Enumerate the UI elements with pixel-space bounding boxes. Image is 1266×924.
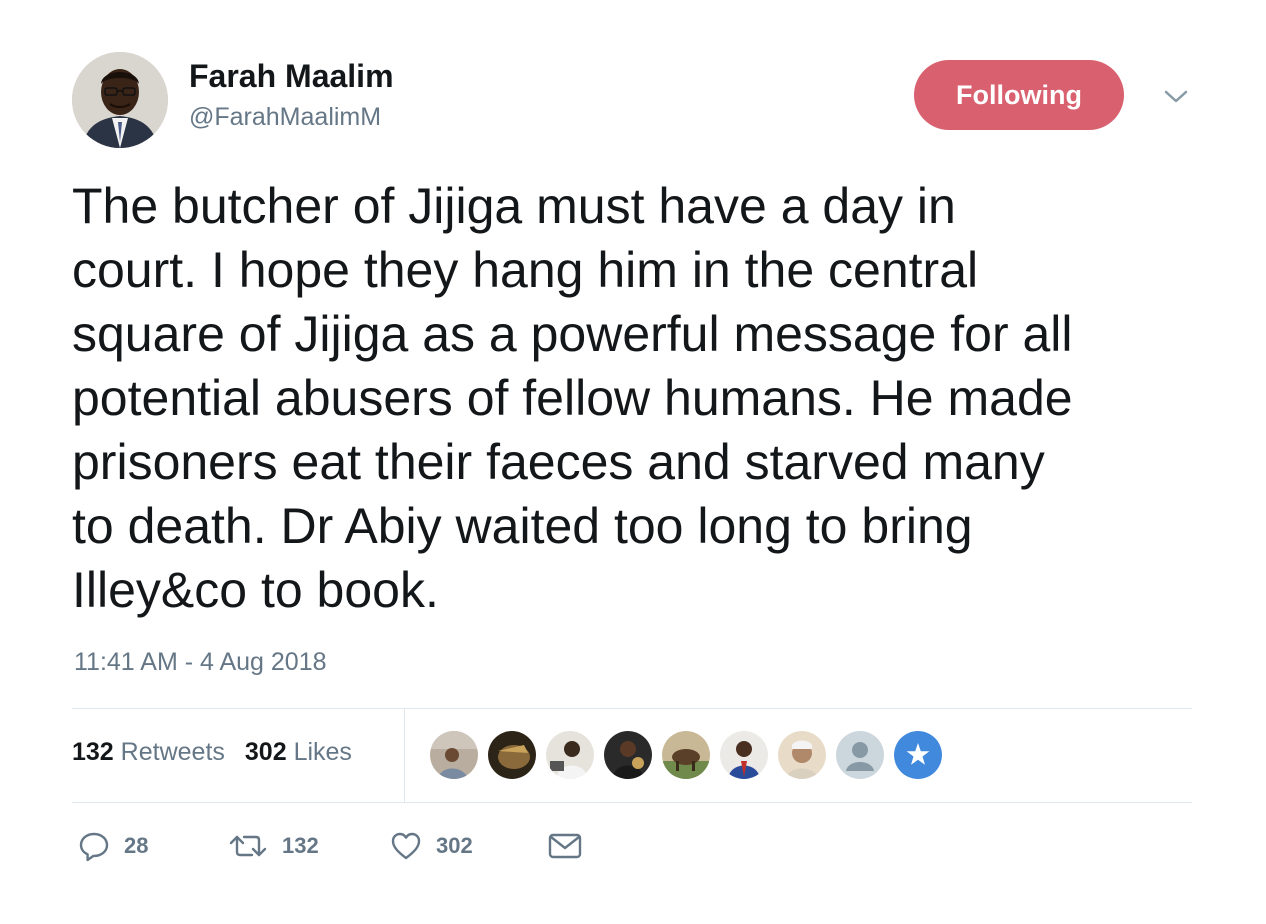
tweet-text-line: to death. Dr Abiy waited too long to bri… [72,498,973,554]
tweet-text-line: prisoners eat their faeces and starved m… [72,434,1045,490]
liker-avatar-1-icon [430,731,478,779]
heart-icon [391,832,421,860]
liker-avatar[interactable] [662,731,710,779]
tweet-actions: 28 132 302 [78,830,582,862]
somalia-flag-avatar-icon [894,731,942,779]
retweets-count: 132 [72,738,114,766]
retweets-label: Retweets [120,738,225,766]
tweet-text-line: Illey&co to book. [72,562,439,618]
liker-avatar-3-icon [546,731,594,779]
retweet-action[interactable]: 132 [228,830,390,862]
user-photo-avatar-icon [72,52,168,148]
retweet-icon [229,835,267,857]
retweet-count: 132 [282,833,319,858]
tweet-card: Farah Maalim @FarahMaalimM Following The… [0,0,1266,924]
author-handle[interactable]: @FarahMaalimM [189,103,381,132]
liker-avatar[interactable] [894,731,942,779]
tweet-stats: 132 Retweets 302 Likes [72,738,352,767]
author-display-name[interactable]: Farah Maalim [189,58,394,95]
liker-avatar[interactable] [720,731,768,779]
author-avatar[interactable] [72,52,168,148]
likes-count: 302 [244,738,287,766]
reply-action[interactable]: 28 [78,830,228,862]
direct-message-action[interactable] [548,832,582,860]
tweet-text-line: potential abusers of fellow humans. He m… [72,370,1073,426]
like-count: 302 [436,833,473,858]
tweet-text-line: The butcher of Jijiga must have a day in [72,178,956,234]
envelope-icon [548,833,582,859]
tweet-text-line: court. I hope they hang him in the centr… [72,242,979,298]
liker-avatar[interactable] [836,731,884,779]
retweets-stat[interactable]: 132 Retweets [72,738,225,767]
divider [72,802,1192,803]
like-action[interactable]: 302 [390,830,548,862]
tweet-timestamp[interactable]: 11:41 AM - 4 Aug 2018 [74,648,327,677]
liker-avatar[interactable] [546,731,594,779]
liker-avatar[interactable] [778,731,826,779]
liker-avatar-5-icon [662,731,710,779]
divider [404,709,405,802]
reply-count: 28 [124,833,149,858]
liker-avatar[interactable] [430,731,478,779]
liker-avatar[interactable] [604,731,652,779]
default-avatar-icon [836,731,884,779]
tweet-text: The butcher of Jijiga must have a day in… [72,174,1212,622]
liker-avatar-6-icon [720,731,768,779]
likes-label: Likes [293,738,352,766]
divider [72,708,1192,709]
liker-avatar-7-icon [778,731,826,779]
likers-avatars [430,731,942,779]
following-button[interactable]: Following [914,60,1124,130]
more-options-chevron-down-icon[interactable] [1160,84,1192,110]
liker-avatar[interactable] [488,731,536,779]
liker-avatar-4-icon [604,731,652,779]
tweet-text-line: square of Jijiga as a powerful message f… [72,306,1073,362]
reply-icon [79,832,109,862]
likes-stat[interactable]: 302 Likes [245,738,352,767]
liker-avatar-2-icon [488,731,536,779]
